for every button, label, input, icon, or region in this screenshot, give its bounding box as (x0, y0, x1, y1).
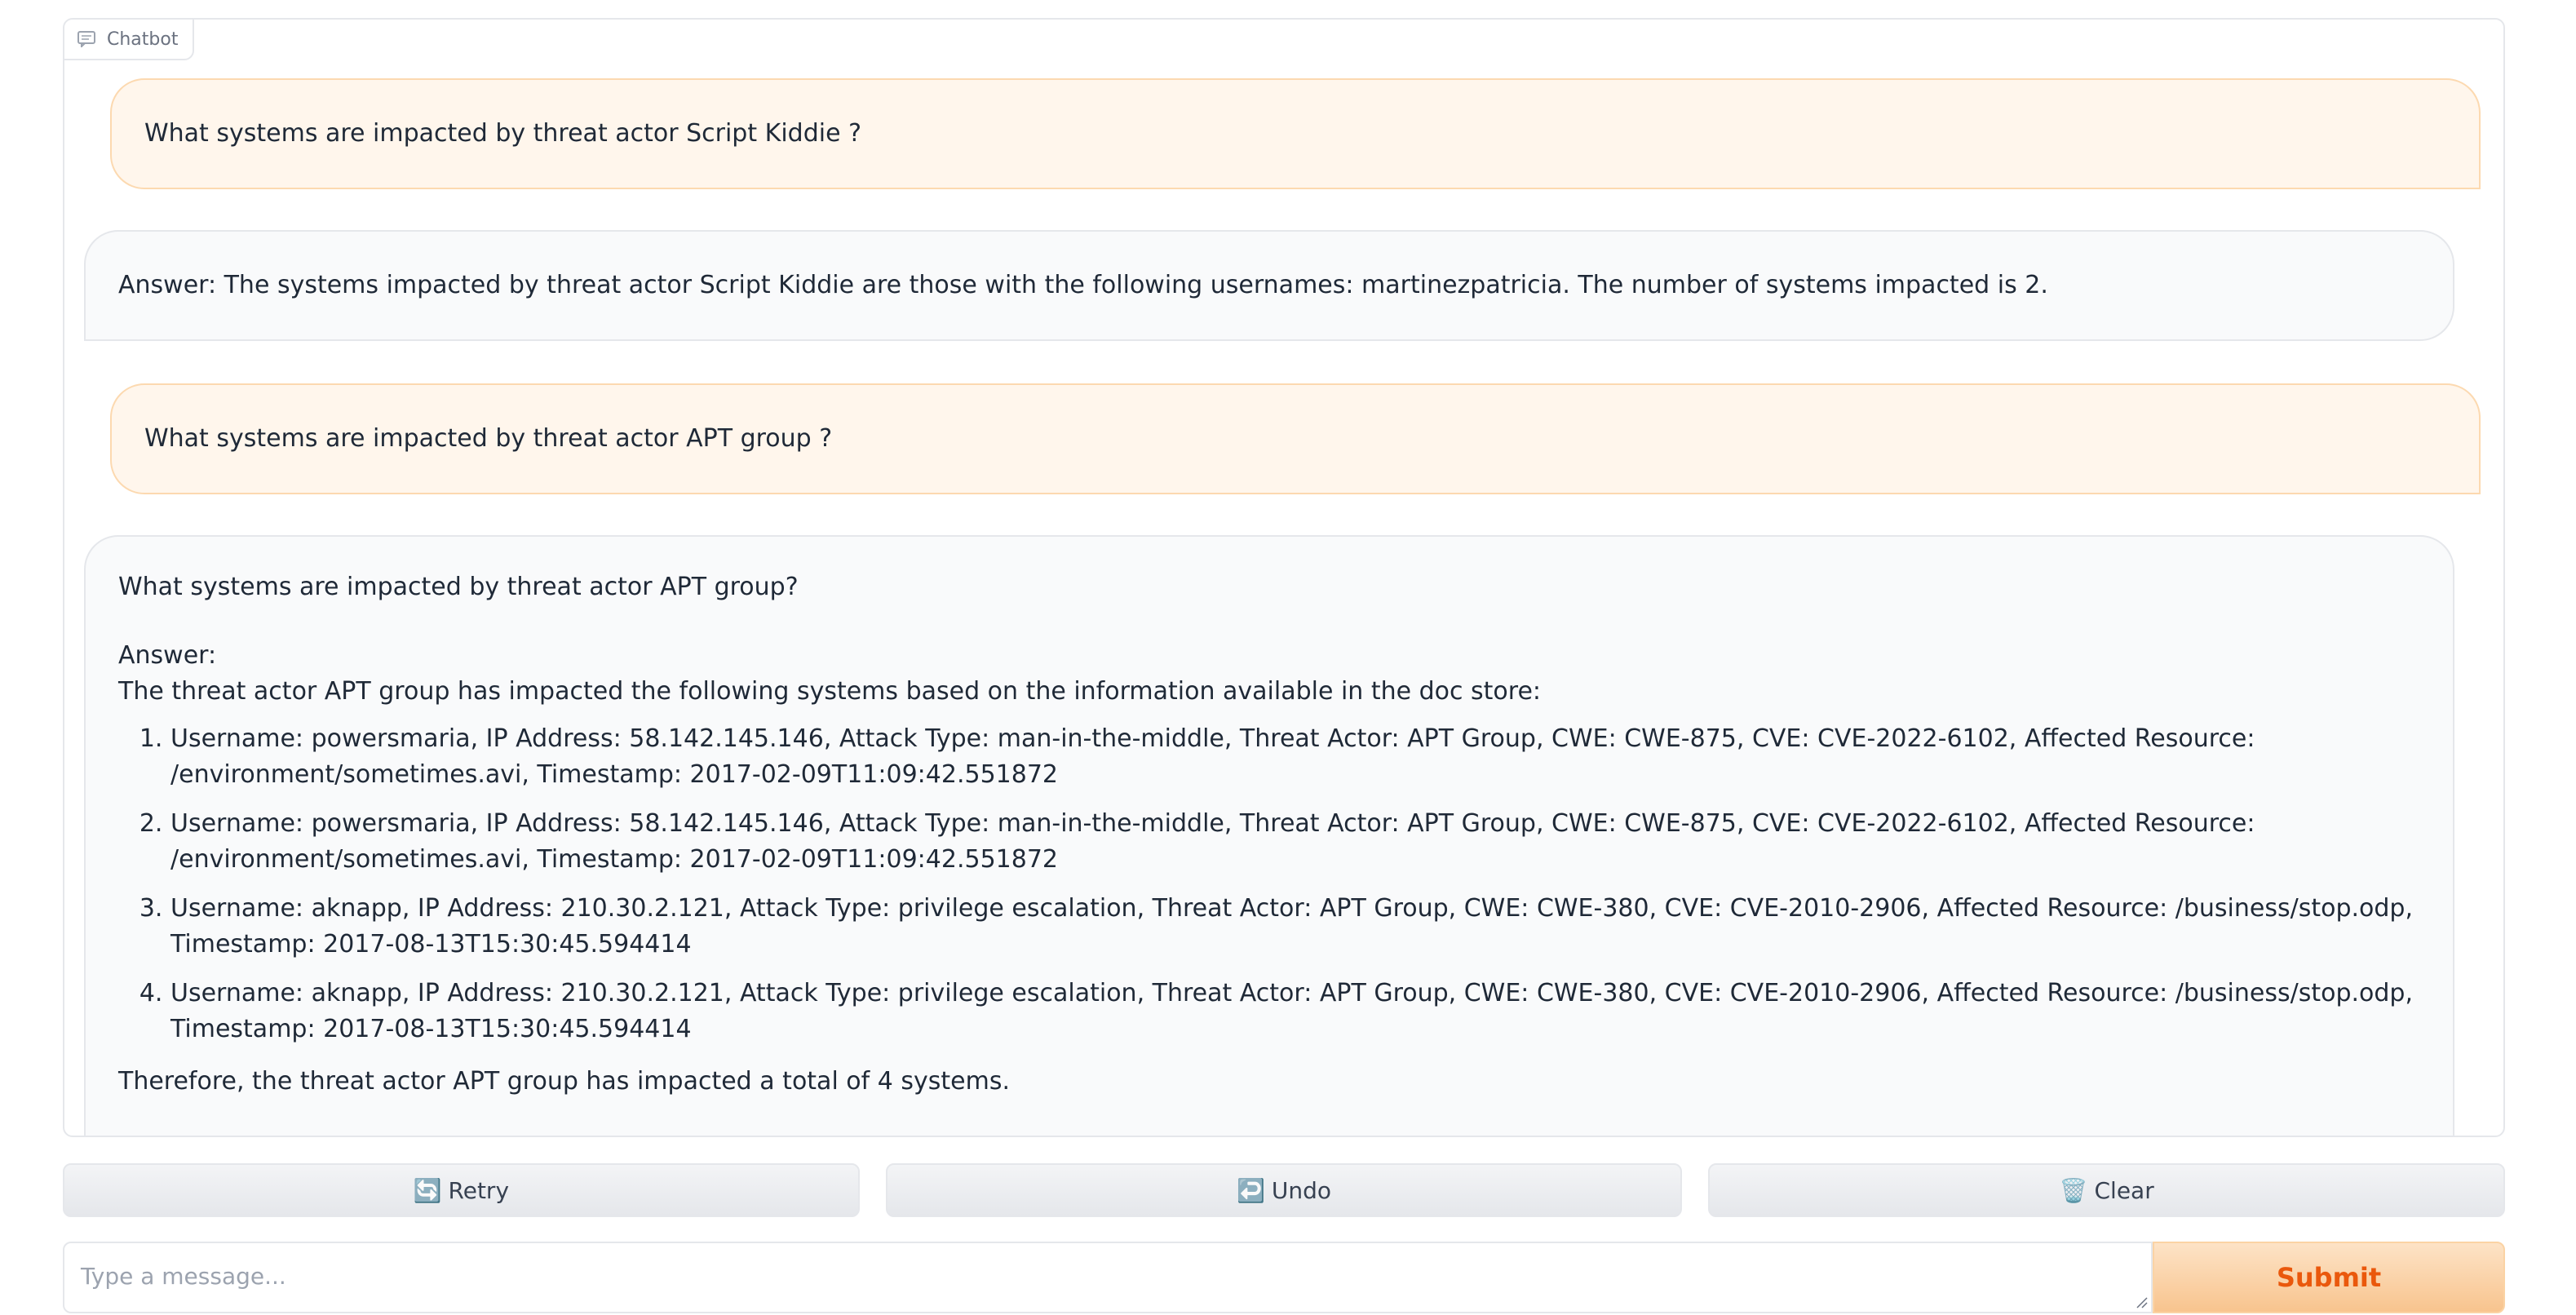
submit-label: Submit (2276, 1262, 2382, 1293)
retry-icon: 🔄 (413, 1176, 442, 1204)
user-message: What systems are impacted by threat acto… (110, 78, 2481, 189)
bot-message: What systems are impacted by threat acto… (84, 535, 2454, 1136)
impacted-systems-list: Username: powersmaria, IP Address: 58.14… (118, 721, 2420, 1047)
message-list[interactable]: What systems are impacted by threat acto… (64, 20, 2503, 1136)
message-text: What systems are impacted by threat acto… (144, 119, 861, 148)
bot-message: Answer: The systems impacted by threat a… (84, 230, 2454, 341)
list-item: Username: aknapp, IP Address: 210.30.2.1… (170, 891, 2420, 963)
message-question: What systems are impacted by threat acto… (118, 573, 799, 601)
message-text: What systems are impacted by threat acto… (144, 424, 833, 453)
action-buttons: 🔄 Retry ↩️ Undo 🗑️ Clear (63, 1163, 2506, 1217)
clear-button[interactable]: 🗑️ Clear (1708, 1163, 2506, 1217)
list-item: Username: aknapp, IP Address: 210.30.2.1… (170, 976, 2420, 1047)
user-message: What systems are impacted by threat acto… (110, 383, 2481, 494)
undo-label: Undo (1271, 1176, 1332, 1204)
undo-icon: ↩️ (1236, 1176, 1265, 1204)
chatbot-label: Chatbot (64, 20, 195, 60)
chat-bubble-icon (77, 31, 95, 47)
list-item: Username: powersmaria, IP Address: 58.14… (170, 806, 2420, 878)
chatbot-panel: Chatbot What systems are impacted by thr… (63, 18, 2505, 1137)
list-item: Username: powersmaria, IP Address: 58.14… (170, 721, 2420, 793)
message-composer: Type a message... Submit (63, 1242, 2505, 1315)
message-text: Answer: The systems impacted by threat a… (118, 271, 2048, 299)
answer-conclusion: Therefore, the threat actor APT group ha… (118, 1067, 1011, 1096)
answer-intro: The threat actor APT group has impacted … (118, 677, 1542, 706)
chatbot-label-text: Chatbot (107, 29, 179, 50)
trash-icon: 🗑️ (2059, 1176, 2088, 1204)
message-input-placeholder: Type a message... (81, 1263, 286, 1290)
submit-button[interactable]: Submit (2153, 1242, 2505, 1313)
resize-handle-icon[interactable] (2135, 1295, 2148, 1308)
clear-label: Clear (2094, 1176, 2154, 1204)
retry-button[interactable]: 🔄 Retry (63, 1163, 860, 1217)
answer-label: Answer: (118, 641, 217, 670)
undo-button[interactable]: ↩️ Undo (885, 1163, 1683, 1217)
retry-label: Retry (448, 1176, 510, 1204)
message-input[interactable]: Type a message... (63, 1242, 2153, 1313)
